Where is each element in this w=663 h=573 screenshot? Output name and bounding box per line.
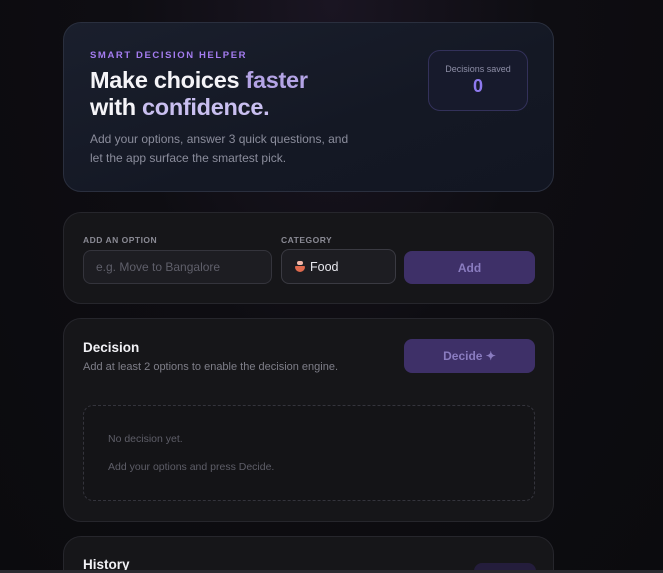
eyebrow-label: SMART DECISION HELPER xyxy=(90,50,248,61)
headline-accent: faster xyxy=(245,67,308,93)
page-title: Make choices faster with confidence. xyxy=(90,67,390,121)
history-card: History xyxy=(63,536,554,573)
empty-state-title: No decision yet. xyxy=(108,433,183,445)
option-field-label: ADD AN OPTION xyxy=(83,235,158,245)
food-icon xyxy=(295,261,305,272)
hero-subtext: Add your options, answer 3 quick questio… xyxy=(90,132,349,165)
decide-button[interactable]: Decide ✦ xyxy=(404,339,535,373)
category-field-label: CATEGORY xyxy=(281,235,333,245)
add-option-card: ADD AN OPTION CATEGORY Food Add xyxy=(63,212,554,304)
decision-description: Add at least 2 options to enable the dec… xyxy=(83,361,339,373)
hero-card: SMART DECISION HELPER Make choices faste… xyxy=(63,22,554,192)
decisions-saved-label: Decisions saved xyxy=(445,64,511,74)
headline-part2: with xyxy=(90,94,143,120)
headline-accent2: confidence. xyxy=(142,94,270,120)
decisions-saved-count: 0 xyxy=(472,76,483,96)
decision-result-panel: No decision yet. Add your options and pr… xyxy=(83,405,535,501)
decision-title: Decision xyxy=(83,340,140,355)
option-input[interactable] xyxy=(83,250,272,284)
empty-state-hint: Add your options and press Decide. xyxy=(108,461,275,473)
category-select[interactable]: Food xyxy=(281,249,396,284)
headline-part1: Make choices xyxy=(90,67,246,93)
add-button[interactable]: Add xyxy=(404,251,535,284)
decision-card: Decision Add at least 2 options to enabl… xyxy=(63,318,554,522)
decisions-saved-counter: Decisions saved 0 xyxy=(428,50,528,111)
category-selected-value: Food xyxy=(310,259,339,274)
